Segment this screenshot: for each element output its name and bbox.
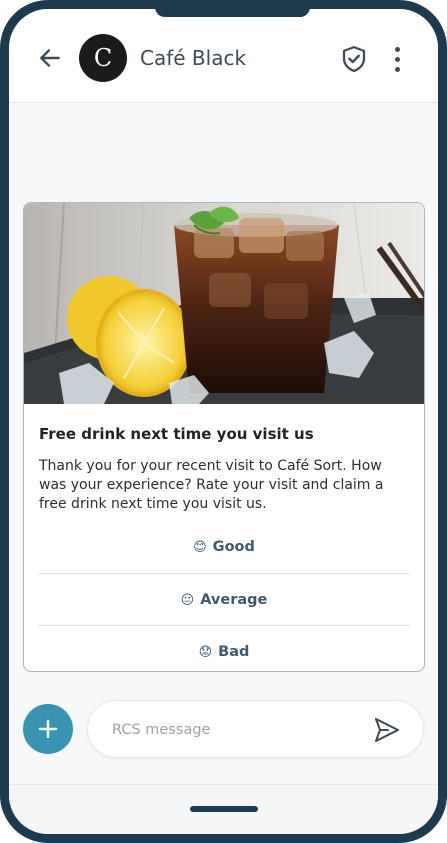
reply-good[interactable]: 😊 Good <box>38 521 410 573</box>
home-indicator[interactable] <box>190 806 258 812</box>
menu-dot <box>394 46 400 52</box>
reply-average[interactable]: 😐 Average <box>38 574 410 626</box>
reply-bad[interactable]: 😟 Bad <box>38 626 410 671</box>
send-button[interactable] <box>370 714 402 746</box>
verified-button[interactable] <box>339 44 369 74</box>
arrow-left-icon <box>40 49 60 67</box>
avatar-letter: C <box>93 44 113 72</box>
neutral-emoji: 😐 <box>180 592 195 608</box>
card-image <box>24 203 424 404</box>
message-composer <box>87 700 424 758</box>
chat-header: C Café Black <box>9 9 438 103</box>
worried-emoji: 😟 <box>198 644 213 660</box>
rich-card: Free drink next time you visit us Thank … <box>23 202 425 672</box>
reply-label: Good <box>212 539 255 555</box>
menu-dot <box>394 66 400 72</box>
card-title: Free drink next time you visit us <box>39 425 314 443</box>
send-icon <box>375 718 399 742</box>
smile-emoji: 😊 <box>193 539 207 555</box>
phone-frame: C Café Black Free drink next time you vi… <box>0 0 447 843</box>
reply-label: Average <box>200 592 268 608</box>
bottom-bar <box>9 784 438 834</box>
phone-notch <box>155 9 310 17</box>
card-description: Thank you for your recent visit to Café … <box>39 458 384 512</box>
back-button[interactable] <box>35 43 65 73</box>
reply-label: Bad <box>218 644 250 660</box>
message-input[interactable] <box>110 717 364 743</box>
menu-dot <box>394 56 400 62</box>
add-button[interactable] <box>23 704 73 754</box>
shield-check-icon <box>342 46 366 72</box>
avatar[interactable]: C <box>79 34 127 82</box>
plus-icon <box>38 719 58 739</box>
contact-name: Café Black <box>140 46 247 70</box>
more-vertical-icon[interactable] <box>385 44 409 74</box>
